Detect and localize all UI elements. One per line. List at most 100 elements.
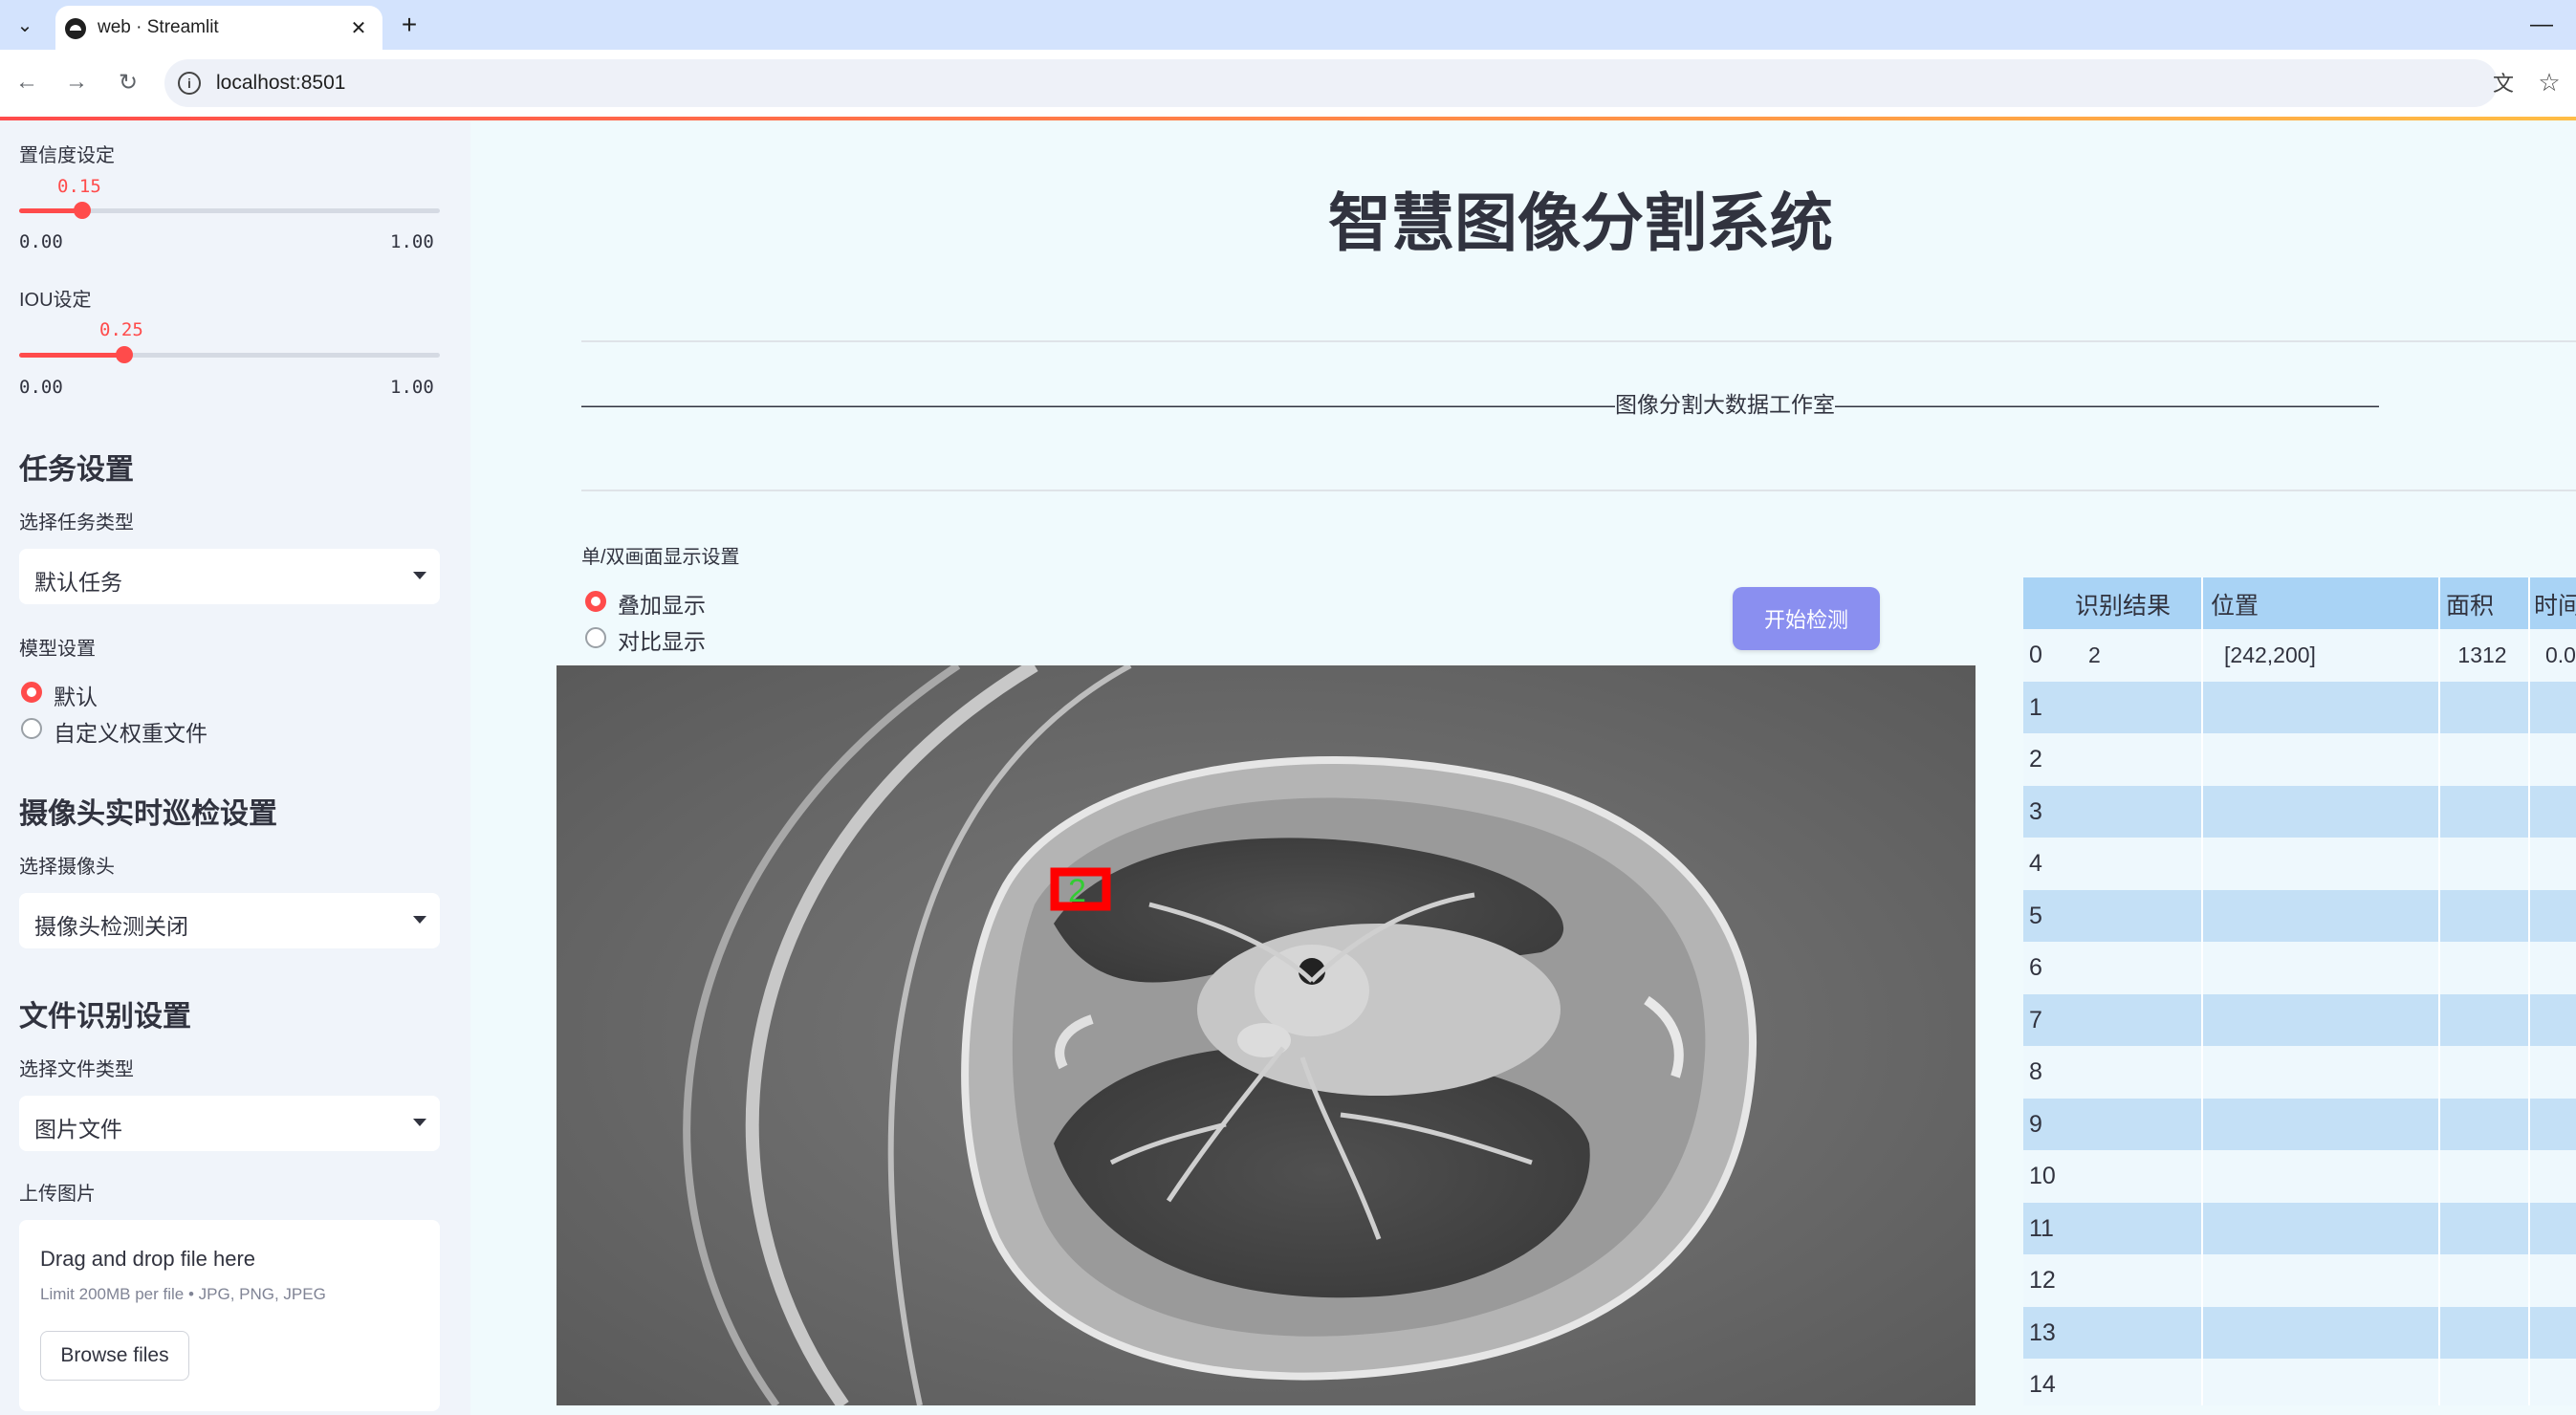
chevron-down-icon	[413, 916, 426, 924]
table-cell-result	[2075, 1359, 2169, 1405]
plus-icon[interactable]: +	[392, 8, 426, 42]
close-icon[interactable]: ✕	[344, 13, 373, 42]
table-cell-area	[2440, 1150, 2524, 1203]
bookmark-star-icon[interactable]: ☆	[2532, 65, 2566, 99]
table-cell-result	[2075, 1099, 2169, 1151]
table-cell-area	[2440, 994, 2524, 1047]
display-compare-radio[interactable]	[585, 627, 606, 648]
browser-tab[interactable]: web · Streamlit ✕	[55, 6, 382, 50]
browse-files-button[interactable]: Browse files	[40, 1331, 189, 1381]
task-type-select[interactable]: 默认任务	[19, 549, 440, 604]
divider	[581, 490, 2576, 491]
display-overlay-radio[interactable]	[585, 591, 606, 612]
forward-icon[interactable]: →	[59, 65, 94, 99]
table-cell-time	[2530, 1150, 2576, 1203]
table-row[interactable]: 11	[2023, 1202, 2576, 1255]
table-row[interactable]: 8	[2023, 1046, 2576, 1099]
row-index: 12	[2029, 1267, 2056, 1294]
column-header[interactable]: 识别结果	[2075, 577, 2171, 630]
display-compare-label[interactable]: 对比显示	[618, 623, 706, 656]
result-image: 2	[557, 665, 1976, 1405]
column-header[interactable]: 位置	[2211, 577, 2259, 630]
table-cell-result	[2075, 994, 2169, 1047]
table-row[interactable]: 3	[2023, 785, 2576, 838]
table-cell-area	[2440, 786, 2524, 838]
row-index: 2	[2029, 746, 2042, 773]
address-bar[interactable]: i localhost:8501	[164, 59, 2498, 107]
table-row[interactable]: 12	[2023, 1254, 2576, 1307]
table-cell-area	[2440, 1046, 2524, 1099]
table-cell-time	[2530, 1046, 2576, 1099]
table-cell-position	[2203, 942, 2337, 994]
table-cell-result	[2075, 733, 2169, 786]
model-default-radio[interactable]	[21, 682, 42, 703]
browser-toolbar: ← → ↻ i localhost:8501 ⽂ ☆	[0, 50, 2576, 117]
table-cell-time: 0.02	[2545, 642, 2576, 667]
iou-slider-fill	[19, 353, 124, 358]
table-cell-result	[2075, 1307, 2169, 1360]
table-cell-area: 1312	[2457, 642, 2507, 667]
streamlit-favicon	[65, 18, 86, 39]
row-index: 8	[2029, 1058, 2042, 1085]
table-row[interactable]: 9	[2023, 1098, 2576, 1151]
file-type-label: 选择文件类型	[19, 1059, 134, 1080]
row-index: 14	[2029, 1371, 2056, 1398]
table-cell-time	[2530, 890, 2576, 943]
table-cell-area	[2440, 1359, 2524, 1405]
table-cell-area	[2440, 733, 2524, 786]
results-table[interactable]: 识别结果位置面积时间02[242,200]13120.0212345678910…	[2023, 577, 2576, 1405]
camera-settings-heading: 摄像头实时巡检设置	[19, 798, 277, 830]
table-row[interactable]: 14	[2023, 1359, 2576, 1405]
table-cell-time	[2530, 682, 2576, 734]
start-detection-button[interactable]: 开始检测	[1733, 587, 1880, 650]
translate-icon[interactable]: ⽂	[2486, 65, 2521, 99]
tab-list-icon[interactable]: ⌄	[10, 8, 40, 42]
table-row[interactable]: 0 2 [242,200] 1312 0.02	[2023, 629, 2576, 682]
row-index: 6	[2029, 954, 2042, 981]
back-icon[interactable]: ←	[10, 65, 44, 99]
tab-title: web · Streamlit	[98, 17, 219, 37]
table-row[interactable]: 2	[2023, 733, 2576, 786]
chevron-down-icon	[413, 572, 426, 579]
task-type-value: 默认任务	[34, 570, 122, 595]
table-cell-result: 2	[2088, 642, 2101, 667]
iou-min: 0.00	[19, 377, 63, 398]
row-index: 5	[2029, 902, 2042, 929]
table-cell-position	[2203, 1046, 2337, 1099]
table-cell-position	[2203, 1359, 2337, 1405]
table-cell-area	[2440, 1307, 2524, 1360]
table-cell-area	[2440, 1203, 2524, 1255]
display-overlay-label[interactable]: 叠加显示	[618, 587, 706, 620]
table-cell-area	[2440, 942, 2524, 994]
table-row[interactable]: 1	[2023, 681, 2576, 734]
minimize-icon[interactable]: —	[2524, 8, 2559, 42]
table-row[interactable]: 6	[2023, 942, 2576, 994]
upload-label: 上传图片	[19, 1184, 96, 1205]
column-header[interactable]: 面积	[2446, 577, 2494, 630]
model-custom-label[interactable]: 自定义权重文件	[54, 715, 207, 748]
table-row[interactable]: 13	[2023, 1306, 2576, 1360]
file-type-value: 图片文件	[34, 1117, 122, 1142]
table-cell-position	[2203, 1254, 2337, 1307]
table-row[interactable]: 10	[2023, 1150, 2576, 1203]
table-cell-time	[2530, 838, 2576, 890]
file-dropzone[interactable]: Drag and drop file here Limit 200MB per …	[19, 1220, 440, 1411]
column-separator	[2528, 577, 2530, 630]
table-cell-position	[2203, 786, 2337, 838]
table-cell-area	[2440, 838, 2524, 890]
row-index: 7	[2029, 1006, 2042, 1034]
model-custom-radio[interactable]	[21, 718, 42, 739]
table-row[interactable]: 7	[2023, 993, 2576, 1047]
site-info-icon[interactable]: i	[178, 72, 201, 95]
file-type-select[interactable]: 图片文件	[19, 1096, 440, 1151]
table-row[interactable]: 5	[2023, 889, 2576, 943]
table-row[interactable]: 4	[2023, 838, 2576, 890]
url-text[interactable]: localhost:8501	[216, 72, 345, 95]
column-header[interactable]: 时间	[2534, 577, 2576, 630]
iou-max: 1.00	[390, 377, 434, 398]
model-default-label[interactable]: 默认	[54, 679, 98, 711]
task-type-label: 选择任务类型	[19, 512, 134, 533]
iou-slider-thumb[interactable]	[116, 346, 133, 363]
camera-select[interactable]: 摄像头检测关闭	[19, 893, 440, 948]
reload-icon[interactable]: ↻	[111, 65, 145, 99]
